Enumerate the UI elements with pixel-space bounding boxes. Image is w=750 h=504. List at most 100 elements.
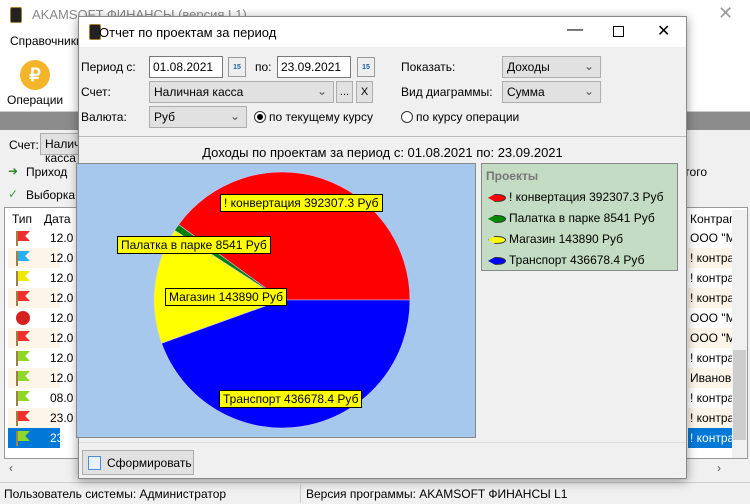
row-counterparty[interactable]: ООО "М: [688, 328, 734, 348]
dialog-title-bar: Отчет по проектам за период — ✕: [79, 17, 686, 47]
show-label: Показать:: [401, 60, 456, 74]
green-flag-icon: [16, 391, 18, 406]
row-date: 12.0: [50, 371, 74, 385]
project-report-dialog: Отчет по проектам за период — ✕ Период с…: [76, 16, 687, 479]
red-circle-icon: [16, 311, 30, 325]
calendar-from-icon[interactable]: 15: [228, 57, 246, 77]
currency-select[interactable]: Руб ⌄: [149, 106, 247, 128]
maximize-icon[interactable]: [613, 26, 624, 37]
row-counterparty[interactable]: ! контра: [688, 248, 734, 268]
minimize-icon[interactable]: —: [567, 21, 583, 39]
row-counterparty[interactable]: ! контра: [688, 428, 734, 448]
row-counterparty[interactable]: ! контра: [688, 408, 734, 428]
rate-operation-radio[interactable]: [401, 111, 413, 123]
vertical-scrollbar[interactable]: [732, 210, 747, 458]
table-row[interactable]: 23.0: [8, 408, 73, 428]
slice-label-transport: Транспорт 436678.4 Руб: [219, 390, 363, 408]
col-counterparty[interactable]: Контрагент: [690, 212, 732, 226]
table-row[interactable]: 12.0: [8, 328, 73, 348]
slice-label-shop: Магазин 143890 Руб: [165, 288, 288, 306]
vertical-scroll-thumb[interactable]: [733, 350, 746, 440]
period-to-input[interactable]: 23.09.2021: [277, 56, 351, 78]
scroll-right-icon[interactable]: ›: [717, 461, 721, 475]
ruble-icon[interactable]: ₽: [20, 60, 50, 90]
rate-operation-label[interactable]: по курсу операции: [416, 110, 519, 124]
red-flag-icon: [16, 291, 18, 306]
period-from-label: Период с:: [81, 60, 136, 74]
chart-legend: Проекты ! конвертация 392307.3 Руб Палат…: [481, 163, 678, 271]
row-date: 12.0: [50, 231, 74, 245]
row-counterparty[interactable]: ! контра: [688, 288, 734, 308]
chevron-down-icon: ⌄: [316, 84, 327, 98]
table-row[interactable]: 12.0: [8, 368, 73, 388]
legend-item-shop: Магазин 143890 Руб: [488, 232, 623, 246]
row-counterparty[interactable]: ! контра: [688, 268, 734, 288]
chart-type-select[interactable]: Сумма ⌄: [502, 81, 601, 103]
row-date: 23.0: [50, 411, 74, 425]
main-account-select[interactable]: Наличная касса: [40, 133, 100, 165]
rate-current-label[interactable]: по текущему курсу: [269, 110, 373, 124]
legend-item-tent: Палатка в парке 8541 Руб: [488, 211, 655, 225]
row-date: 12.0: [50, 311, 74, 325]
red-flag-icon: [16, 231, 18, 246]
main-account-label: Счет:: [9, 138, 39, 152]
main-close-icon[interactable]: ✕: [718, 3, 733, 24]
row-counterparty[interactable]: ООО "М: [688, 228, 734, 248]
rate-current-radio[interactable]: [254, 111, 266, 123]
income-button[interactable]: Приход: [26, 165, 67, 179]
green-flag-icon: [16, 351, 18, 366]
table-row[interactable]: 23.0: [8, 428, 73, 448]
generate-button[interactable]: Сформировать: [82, 450, 194, 475]
slice-label-conversion: ! конвертация 392307.3 Руб: [220, 194, 383, 212]
chart-title: Доходы по проектам за период с: 01.08.20…: [202, 145, 563, 160]
show-select[interactable]: Доходы ⌄: [502, 56, 601, 78]
status-bar: Пользователь системы: Администратор Верс…: [0, 482, 750, 504]
clear-button[interactable]: X: [356, 81, 373, 103]
green-flag-icon: [16, 371, 18, 386]
green-flag-icon: [16, 431, 18, 446]
row-counterparty[interactable]: Иванов: [688, 368, 734, 388]
table-row[interactable]: 12.0: [8, 288, 73, 308]
scroll-left-icon[interactable]: ‹: [9, 461, 13, 475]
legend-item-conversion: ! конвертация 392307.3 Руб: [488, 190, 664, 204]
browse-button[interactable]: ...: [336, 81, 353, 103]
legend-marker-icon: [488, 193, 506, 202]
menu-directories[interactable]: Справочники: [10, 34, 83, 48]
report-icon: [88, 456, 101, 470]
table-row[interactable]: 08.0: [8, 388, 73, 408]
income-icon: ➜: [8, 164, 19, 178]
row-counterparty[interactable]: ! контра: [688, 388, 734, 408]
red-flag-icon: [16, 331, 18, 346]
row-date: 12.0: [50, 271, 74, 285]
account-label: Счет:: [81, 85, 111, 99]
period-to-label: по:: [255, 60, 272, 74]
period-from-input[interactable]: 01.08.2021: [149, 56, 223, 78]
currency-label: Валюта:: [81, 110, 127, 124]
row-date: 12.0: [50, 291, 74, 305]
table-row[interactable]: 12.0: [8, 268, 73, 288]
total-partial: Итого: [687, 165, 707, 179]
status-version: Версия программы: AKAMSOFT ФИНАНСЫ L1: [306, 487, 568, 501]
check-icon: ✓: [8, 187, 19, 201]
table-row[interactable]: 12.0: [8, 248, 73, 268]
calendar-to-icon[interactable]: 15: [357, 57, 375, 77]
blue-flag-icon: [16, 251, 18, 266]
status-user: Пользователь системы: Администратор: [4, 487, 227, 501]
col-type[interactable]: Тип: [12, 212, 32, 226]
legend-marker-icon: [488, 256, 506, 265]
filter-button[interactable]: Выборка: [26, 188, 75, 202]
app-icon: [10, 7, 22, 23]
table-row[interactable]: 12.0: [8, 308, 73, 328]
col-date[interactable]: Дата: [44, 212, 71, 226]
account-select[interactable]: Наличная касса ⌄: [149, 81, 334, 103]
legend-title: Проекты: [486, 169, 539, 183]
operations-button[interactable]: Операции: [7, 93, 63, 107]
row-date: 12.0: [50, 351, 74, 365]
row-counterparty[interactable]: ООО "М: [688, 308, 734, 328]
yellow-flag-icon: [16, 271, 18, 286]
row-counterparty[interactable]: ! контра: [688, 348, 734, 368]
red-flag-icon: [16, 411, 18, 426]
close-icon[interactable]: ✕: [657, 21, 670, 41]
table-row[interactable]: 12.0: [8, 348, 73, 368]
table-row[interactable]: 12.0: [8, 228, 73, 248]
